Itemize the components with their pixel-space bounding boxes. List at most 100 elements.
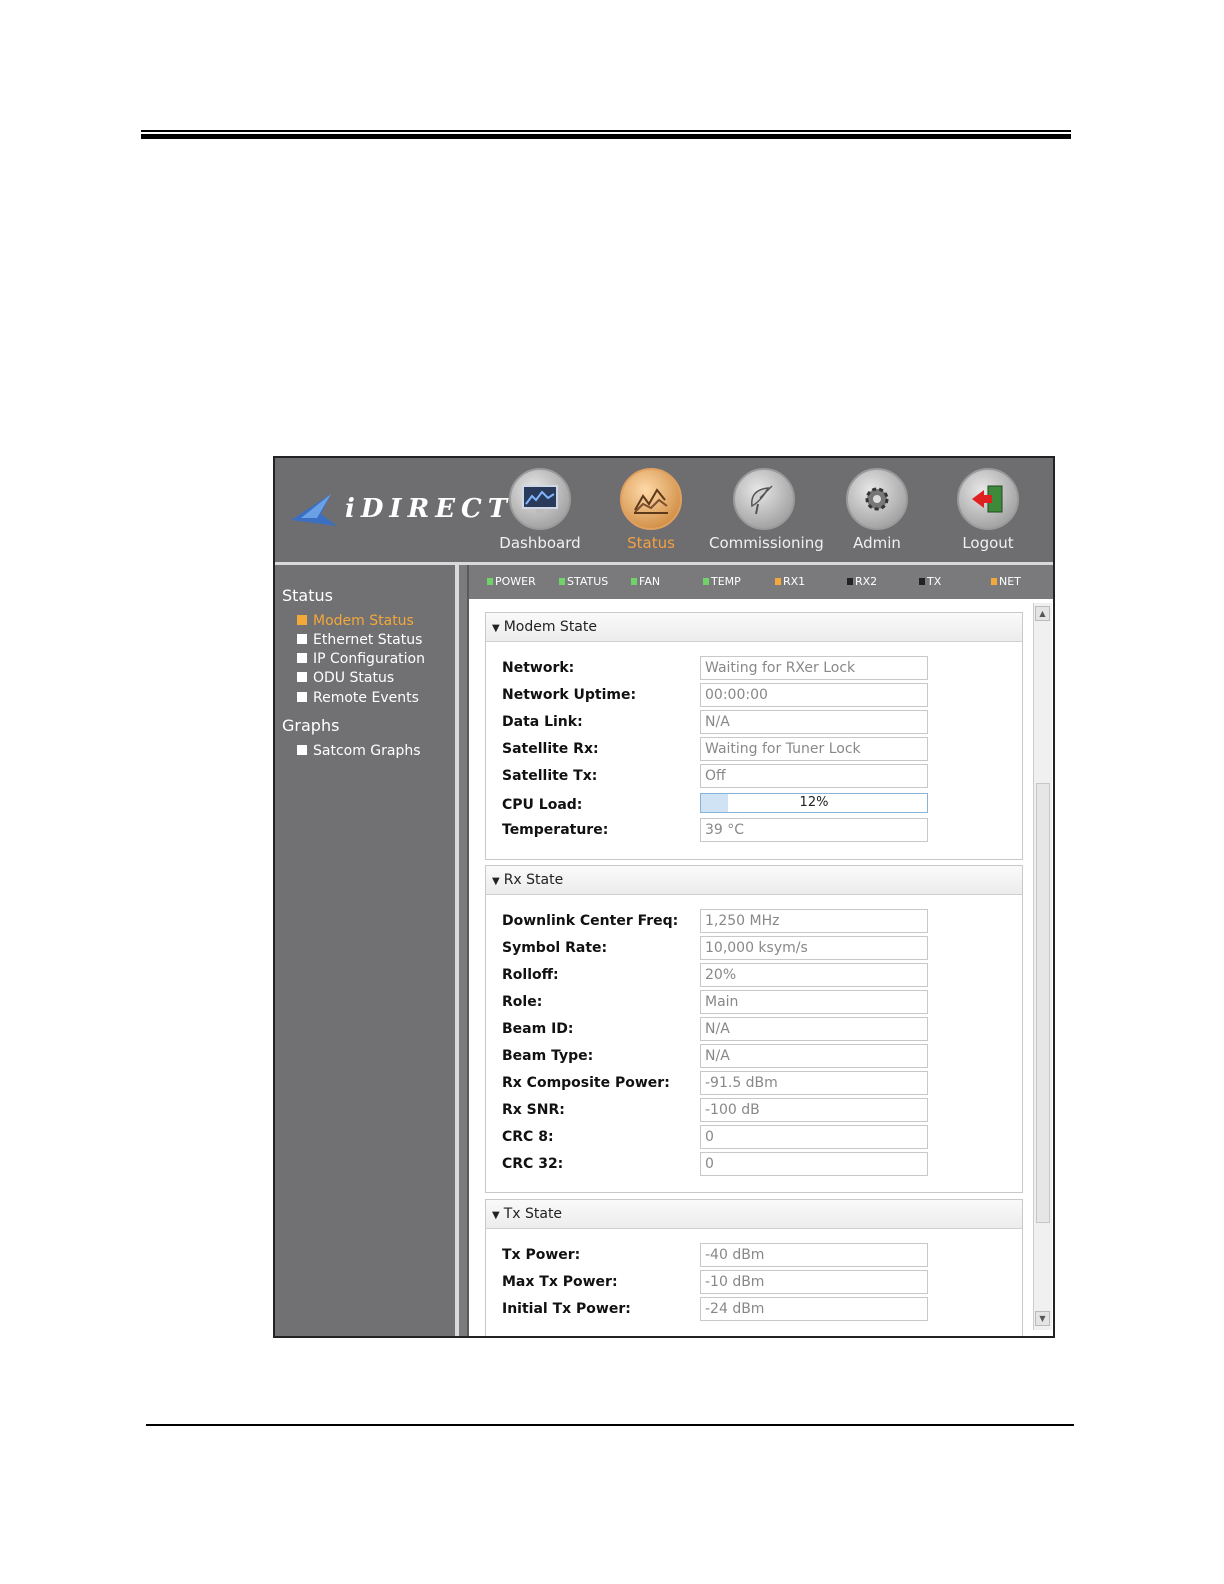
field-label: Network Uptime:	[502, 687, 637, 703]
led-power: POWER	[487, 575, 536, 588]
field-row: Satellite Rx: Waiting for Tuner Lock	[502, 737, 1012, 763]
sidebar-item-ethernet-status[interactable]: Ethernet Status	[297, 632, 422, 648]
panel-header-modem-state[interactable]: ▼ Modem State	[486, 613, 1022, 642]
page-bottom-rule	[146, 1424, 1074, 1426]
bullet-square-icon	[297, 692, 307, 702]
panel-header-tx-state[interactable]: ▼ Tx State	[486, 1200, 1022, 1229]
bullet-square-icon	[297, 653, 307, 663]
page-top-rule-thin	[141, 130, 1071, 132]
field-value: Off	[700, 764, 928, 788]
led-off-icon	[847, 578, 853, 585]
gear-icon	[846, 468, 908, 530]
nav-status[interactable]: Status	[596, 466, 706, 558]
field-label: Tx Power:	[502, 1247, 581, 1263]
scroll-down-arrow-icon[interactable]: ▼	[1035, 1311, 1050, 1326]
status-content: ▼ Modem State Network: Waiting for RXer Lo…	[469, 599, 1029, 1336]
led-orange-icon	[991, 578, 997, 585]
scroll-up-arrow-icon[interactable]: ▲	[1035, 606, 1050, 621]
field-label: Beam Type:	[502, 1048, 594, 1064]
field-value: 0	[700, 1125, 928, 1149]
panel-title: Rx State	[503, 872, 564, 888]
sidebar-heading-status: Status	[282, 586, 333, 605]
app-header: iDIRECT Dashboard Status Commissioning A	[275, 458, 1053, 565]
panel-title: Modem State	[503, 619, 597, 635]
sidebar-item-label: Remote Events	[313, 690, 419, 706]
dashboard-monitor-icon	[509, 468, 571, 530]
field-label: Satellite Rx:	[502, 741, 599, 757]
led-green-icon	[703, 578, 709, 585]
led-label: FAN	[639, 575, 661, 588]
field-label: Max Tx Power:	[502, 1274, 618, 1290]
field-label: Beam ID:	[502, 1021, 574, 1037]
main-panel: POWER STATUS FAN TEMP RX1 RX2 TX NET ▼ Mo…	[467, 565, 1053, 1336]
field-row: CRC 32: 0	[502, 1152, 1012, 1178]
field-row: Rx Composite Power: -91.5 dBm	[502, 1071, 1012, 1097]
led-label: STATUS	[567, 575, 609, 588]
field-value: 39 °C	[700, 818, 928, 842]
field-value: 0	[700, 1152, 928, 1176]
page-top-rule-thick	[141, 134, 1071, 139]
panel-title: Tx State	[503, 1206, 563, 1222]
field-row: Rolloff: 20%	[502, 963, 1012, 989]
led-label: RX2	[855, 575, 878, 588]
sidebar-item-remote-events[interactable]: Remote Events	[297, 690, 419, 706]
led-rx2: RX2	[847, 575, 877, 588]
sidebar-item-label: ODU Status	[313, 670, 395, 686]
nav-dashboard[interactable]: Dashboard	[485, 466, 595, 558]
bullet-square-icon	[297, 634, 307, 644]
field-label: Rolloff:	[502, 967, 559, 983]
field-label: Rx Composite Power:	[502, 1075, 670, 1091]
nav-admin[interactable]: Admin	[822, 466, 932, 558]
sidebar: Status Modem Status Ethernet Status IP C…	[275, 565, 459, 1336]
field-row: Beam Type: N/A	[502, 1044, 1012, 1070]
panel-header-rx-state[interactable]: ▼ Rx State	[486, 866, 1022, 895]
led-label: NET	[999, 575, 1021, 588]
led-tx: TX	[919, 575, 941, 588]
sidebar-item-satcom-graphs[interactable]: Satcom Graphs	[297, 743, 421, 759]
field-value: Main	[700, 990, 928, 1014]
bullet-square-icon	[297, 745, 307, 755]
led-label: TEMP	[711, 575, 741, 588]
field-value: N/A	[700, 1044, 928, 1068]
collapse-caret-icon: ▼	[492, 876, 500, 887]
sidebar-item-ip-configuration[interactable]: IP Configuration	[297, 651, 425, 667]
field-row: Beam ID: N/A	[502, 1017, 1012, 1043]
led-green-icon	[487, 578, 493, 585]
field-value: 1,250 MHz	[700, 909, 928, 933]
field-label: CRC 8:	[502, 1129, 554, 1145]
logo-swoosh-icon	[291, 494, 337, 526]
collapse-caret-icon: ▼	[492, 623, 500, 634]
logout-door-icon	[957, 468, 1019, 530]
vertical-scrollbar[interactable]: ▲ ▼	[1033, 603, 1052, 1330]
field-row: CRC 8: 0	[502, 1125, 1012, 1151]
nav-admin-label: Admin	[853, 534, 901, 552]
field-value: -40 dBm	[700, 1243, 928, 1267]
sidebar-item-modem-status[interactable]: Modem Status	[297, 613, 414, 629]
field-value: -100 dB	[700, 1098, 928, 1122]
sidebar-item-odu-status[interactable]: ODU Status	[297, 670, 394, 686]
sidebar-item-label: Ethernet Status	[313, 632, 423, 648]
field-label: Satellite Tx:	[502, 768, 598, 784]
led-fan: FAN	[631, 575, 660, 588]
led-status: STATUS	[559, 575, 608, 588]
led-temp: TEMP	[703, 575, 741, 588]
nav-status-label: Status	[627, 534, 675, 552]
nav-commissioning[interactable]: Commissioning	[709, 466, 824, 558]
nav-logout-label: Logout	[962, 534, 1014, 552]
field-label: Rx SNR:	[502, 1102, 565, 1118]
sidebar-item-label: IP Configuration	[313, 651, 425, 667]
field-value: -24 dBm	[700, 1297, 928, 1321]
field-row: CPU Load: 12%	[502, 793, 1012, 819]
field-row: Max Tx Power: -10 dBm	[502, 1270, 1012, 1296]
led-green-icon	[559, 578, 565, 585]
panel-tx-state: ▼ Tx State Tx Power: -40 dBm Max Tx Power:…	[485, 1199, 1023, 1336]
field-value: N/A	[700, 710, 928, 734]
sidebar-heading-graphs: Graphs	[282, 716, 340, 735]
nav-logout[interactable]: Logout	[933, 466, 1043, 558]
field-row: Symbol Rate: 10,000 ksym/s	[502, 936, 1012, 962]
modem-web-ui-window: iDIRECT Dashboard Status Commissioning A	[273, 456, 1055, 1338]
field-label: CPU Load:	[502, 797, 583, 813]
scrollbar-thumb[interactable]	[1036, 783, 1050, 1223]
panel-modem-state: ▼ Modem State Network: Waiting for RXer Lo…	[485, 612, 1023, 860]
field-label: CRC 32:	[502, 1156, 564, 1172]
